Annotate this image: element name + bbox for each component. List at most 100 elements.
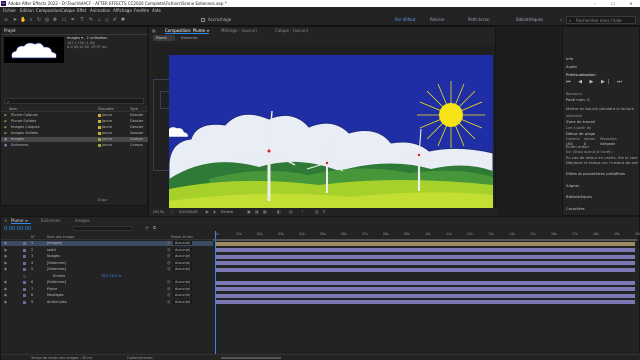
- parent-select[interactable]: Aucun(e): [173, 254, 193, 258]
- workspace-review[interactable]: Réviser: [430, 17, 445, 22]
- timeline-layer-row[interactable]: ◉ 6 [Eoliennes] @ Aucun(e): [1, 280, 213, 285]
- playhead[interactable]: [215, 231, 216, 355]
- tab-footage[interactable]: Métrage : (aucun): [221, 28, 257, 33]
- pickwhip-icon[interactable]: @: [167, 261, 170, 265]
- layer-duration-bar[interactable]: [215, 293, 635, 298]
- workspace-default[interactable]: Par défaut: [395, 17, 416, 22]
- maximize-button[interactable]: ☐: [604, 0, 622, 7]
- graph-editor-icon[interactable]: ⧉: [153, 225, 156, 230]
- comp-scene[interactable]: [169, 55, 493, 211]
- text-tool-icon[interactable]: T: [79, 17, 85, 23]
- workspace-libraries[interactable]: Bibliothèques: [516, 17, 543, 22]
- layer-duration-bar[interactable]: [215, 267, 635, 272]
- pickwhip-icon[interactable]: @: [167, 293, 170, 297]
- puppet-tool-icon[interactable]: ✱: [120, 17, 126, 23]
- loop-checkbox-label[interactable]: Mettre en boucle pendant la lecture: [566, 106, 634, 111]
- toggle-modes-button[interactable]: Options/modes: [127, 356, 153, 360]
- layer-label-swatch[interactable]: [23, 274, 26, 278]
- menu-composition[interactable]: Composition: [36, 8, 61, 13]
- pickwhip-icon[interactable]: @: [167, 248, 170, 252]
- layer-duration-bar[interactable]: [215, 261, 635, 265]
- project-item[interactable]: ▣ Eoliennes Jaune Compo: [1, 143, 149, 148]
- parent-select[interactable]: Aucun(e): [173, 241, 193, 245]
- pen-tool-icon[interactable]: ✒: [70, 17, 76, 23]
- time-ruler[interactable]: 0s 01s 02s 03s 04s 05s 06s 07s 08s 09s 10s 11s 12s 13…: [213, 231, 640, 239]
- fast-preview-icon[interactable]: ⚡: [301, 209, 304, 214]
- quality-select[interactable]: Entière: [221, 210, 233, 214]
- layer-name[interactable]: Plaine: [47, 287, 57, 291]
- camera-view-icon[interactable]: ◧: [277, 209, 281, 214]
- parent-select[interactable]: Aucun(e): [173, 293, 193, 297]
- project-search[interactable]: ⌕: [4, 98, 144, 104]
- layer-name[interactable]: [Eoliennes]: [47, 261, 66, 265]
- menu-fenetre[interactable]: Fenêtre: [134, 8, 149, 13]
- visibility-icon[interactable]: ◉: [4, 267, 7, 271]
- transparency-icon[interactable]: ▩: [263, 209, 267, 214]
- timecode-display[interactable]: 0;00;00;00: [179, 210, 198, 214]
- menu-edition[interactable]: Edition: [20, 8, 34, 13]
- work-area-bar[interactable]: [213, 239, 637, 241]
- col-label[interactable]: Étiquette: [98, 107, 114, 111]
- help-search[interactable]: ⌕ Rechercher dans l'aide: [566, 16, 636, 24]
- tab-timeline-eoliennes[interactable]: Eoliennes: [41, 218, 60, 223]
- timeline-layer-row[interactable]: ◉ 3 Nuages @ Aucun(e): [1, 254, 213, 259]
- layer-label-swatch[interactable]: [23, 268, 26, 271]
- menu-fichier[interactable]: Fichier: [3, 8, 16, 13]
- play-from-select[interactable]: Début de plage: [566, 131, 595, 136]
- comp-viewer[interactable]: [151, 43, 495, 211]
- menu-effet[interactable]: Effet: [77, 8, 86, 13]
- tab-layer[interactable]: Calque : (aucun): [275, 28, 308, 33]
- timeline-layer-row[interactable]: ◉ 8 Montages @ Aucun(e): [1, 293, 213, 298]
- layer-label-swatch[interactable]: [23, 242, 26, 245]
- layer-label-swatch[interactable]: [23, 287, 26, 291]
- timeline-layer-row[interactable]: ◉ 5 [Eoliennes] @ Aucun(e): [1, 267, 213, 272]
- col-layer-name[interactable]: Nom des images: [47, 235, 75, 239]
- menu-affichage[interactable]: Affichage: [113, 8, 132, 13]
- col-name[interactable]: Nom: [9, 107, 17, 111]
- info-panel-title[interactable]: Info: [566, 56, 573, 61]
- brush-tool-icon[interactable]: ✎: [88, 17, 94, 23]
- layer-duration-bar[interactable]: [215, 248, 635, 252]
- menu-aide[interactable]: Aide: [152, 8, 161, 13]
- timeline-layer-row[interactable]: ◉ 2 soleil @ Aucun(e): [1, 247, 213, 253]
- framerate-value-select[interactable]: (30): [566, 142, 573, 146]
- layer-name[interactable]: [Eoliennes]: [47, 280, 66, 284]
- visibility-icon[interactable]: ◉: [4, 248, 7, 252]
- layer-name[interactable]: [Images]: [47, 241, 62, 245]
- subtab-plume[interactable]: Plume: [153, 35, 175, 41]
- timeline-layer-row[interactable]: ◉ 9 Arrière plan @ Aucun(e): [1, 299, 213, 305]
- menu-calque[interactable]: Calque: [61, 8, 75, 13]
- visibility-icon[interactable]: ◉: [4, 241, 7, 245]
- layer-label-swatch[interactable]: [23, 300, 26, 304]
- parent-select[interactable]: Aucun(e): [173, 247, 193, 252]
- pickwhip-icon[interactable]: @: [167, 267, 170, 271]
- timeline-icon[interactable]: ▥: [315, 209, 319, 214]
- rotate-tool-icon[interactable]: ↻: [36, 17, 42, 23]
- pickwhip-icon[interactable]: @: [167, 287, 170, 291]
- zoom-slider[interactable]: [221, 357, 281, 359]
- roi-icon[interactable]: ▣: [247, 209, 251, 214]
- layer-name[interactable]: soleil: [47, 248, 56, 252]
- layer-label-swatch[interactable]: [23, 294, 26, 297]
- help-search-input[interactable]: Rechercher dans l'aide: [576, 18, 622, 23]
- timeline-layer-row[interactable]: ◉ 7 Plaine @ Aucun(e): [1, 286, 213, 292]
- tab-timeline-images[interactable]: Images: [75, 218, 90, 223]
- pickwhip-icon[interactable]: @: [167, 280, 170, 284]
- snap-checkbox[interactable]: [201, 18, 205, 22]
- shortcut-select[interactable]: Pavé num. 0: [566, 97, 590, 102]
- anchor-tool-icon[interactable]: ✥: [52, 17, 58, 23]
- col-type[interactable]: Type: [130, 107, 138, 111]
- libraries-title[interactable]: Bibliothèques: [566, 194, 592, 199]
- parent-select[interactable]: Aucun(e): [173, 280, 193, 284]
- menu-animation[interactable]: Animation: [90, 8, 110, 13]
- character-title[interactable]: Caractère: [566, 206, 585, 211]
- motion-blur-icon[interactable]: ◔: [145, 225, 149, 230]
- roto-tool-icon[interactable]: ✐: [112, 17, 118, 23]
- snapshot-icon[interactable]: ◉: [205, 209, 209, 214]
- visibility-icon[interactable]: ◉: [4, 254, 7, 258]
- camera-tool-icon[interactable]: ◎: [44, 17, 50, 23]
- col-parent[interactable]: Parent et lien: [171, 235, 193, 239]
- visibility-icon[interactable]: ◉: [4, 300, 7, 304]
- layer-name[interactable]: Échelle: [53, 274, 65, 278]
- rectangle-tool-icon[interactable]: ▭: [61, 17, 67, 23]
